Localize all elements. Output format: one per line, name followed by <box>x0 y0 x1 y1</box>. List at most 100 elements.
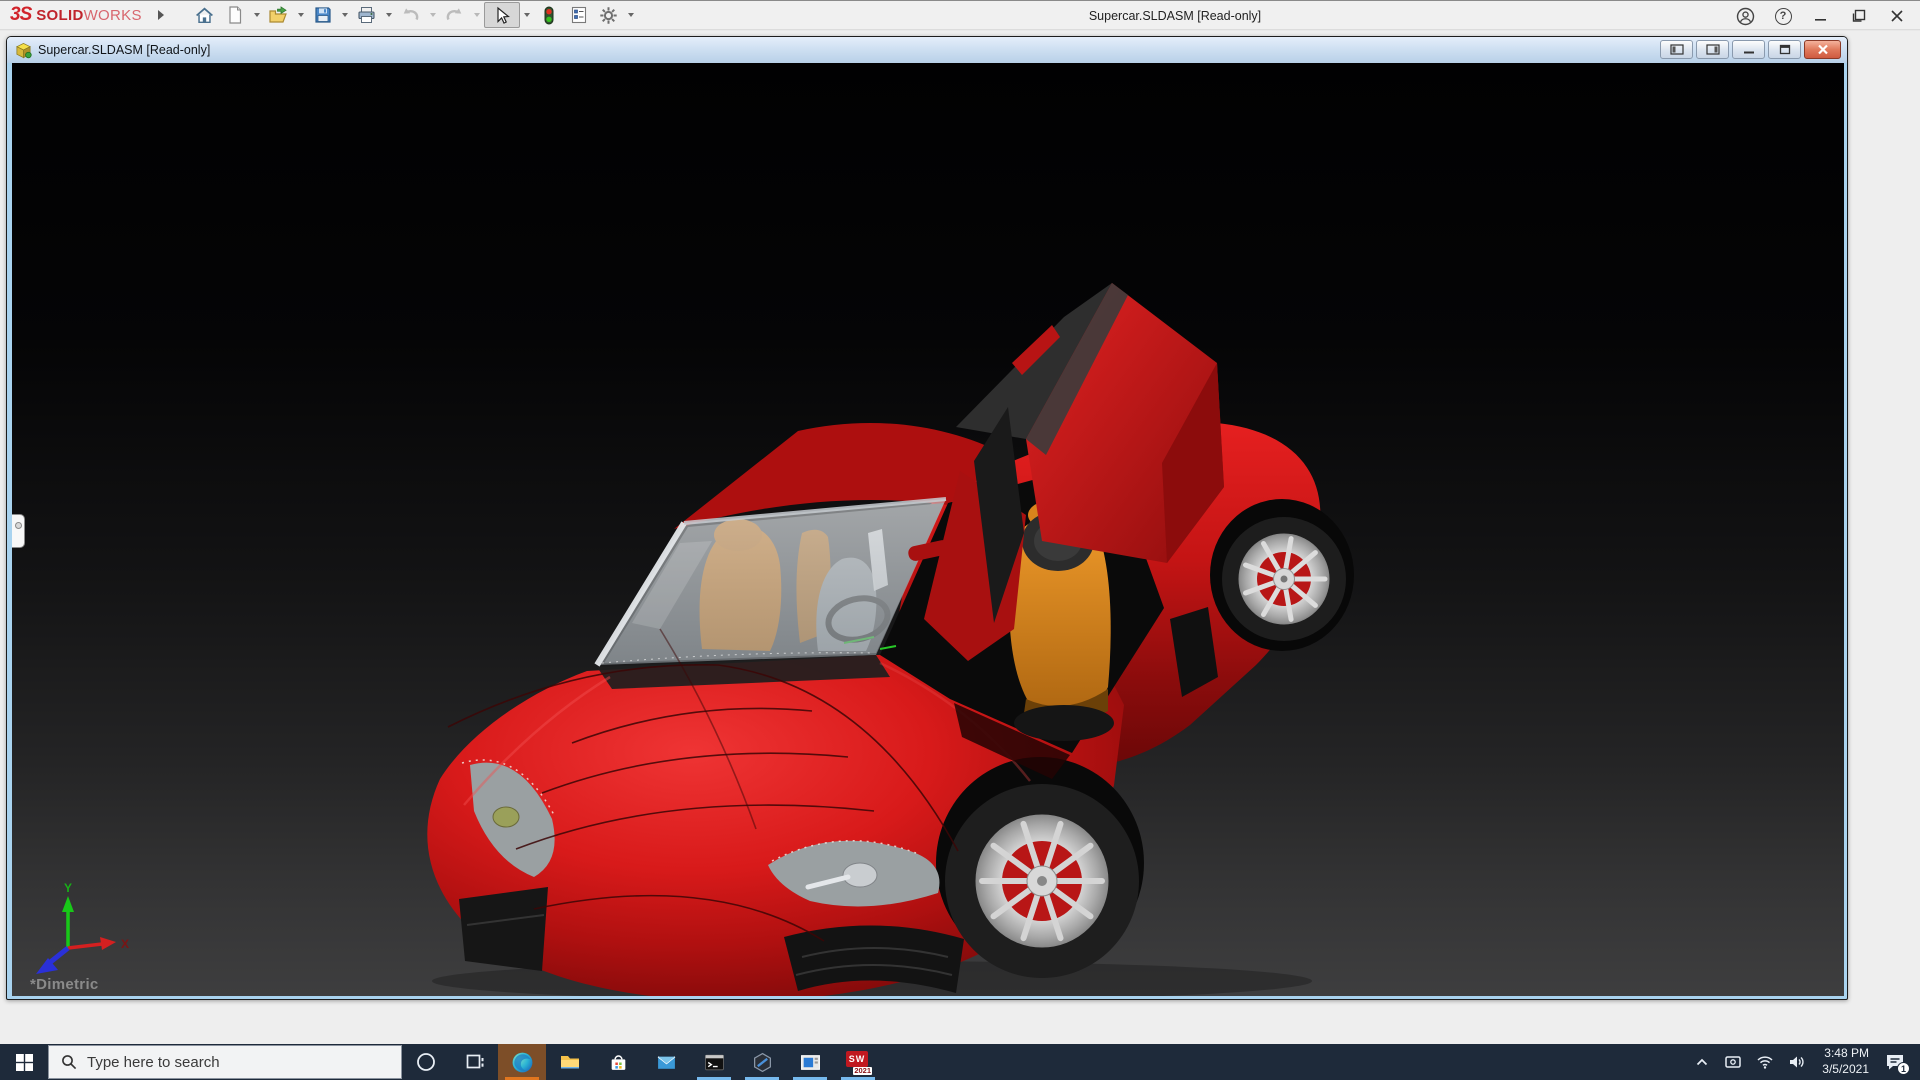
solidworks-app-icon: SW 2021 <box>846 1051 872 1075</box>
print-button[interactable] <box>352 2 382 28</box>
new-document-dropdown[interactable] <box>250 2 264 28</box>
taskbar-app-file-explorer[interactable] <box>546 1044 594 1080</box>
options-dropdown[interactable] <box>624 2 638 28</box>
taskbar-app-remote-window[interactable] <box>786 1044 834 1080</box>
taskbar-app-mail[interactable] <box>642 1044 690 1080</box>
app-titlebar: 3S SOLID WORKS Supercar.SLDASM [Read-onl… <box>0 0 1920 30</box>
caret-right-icon <box>157 10 164 20</box>
search-input[interactable] <box>87 1053 367 1071</box>
display-icon <box>1725 1056 1742 1068</box>
traffic-light-icon <box>544 6 554 24</box>
titlebar-right-controls: ? <box>1734 1 1908 31</box>
taskbar-search[interactable] <box>48 1045 402 1079</box>
taskbar-app-solidworks[interactable]: SW 2021 <box>834 1044 882 1080</box>
pane-left-icon <box>1669 44 1684 55</box>
taskbar-app-terminal[interactable] <box>690 1044 738 1080</box>
notification-center-button[interactable]: 1 <box>1878 1044 1916 1080</box>
undo-button[interactable] <box>396 2 426 28</box>
close-icon <box>1817 44 1828 55</box>
windows-logo-icon <box>15 1053 33 1071</box>
y-axis-arrow <box>62 896 74 912</box>
undo-dropdown[interactable] <box>426 2 440 28</box>
doc-close-button[interactable] <box>1804 40 1841 59</box>
file-explorer-icon <box>561 1056 579 1069</box>
doc-minimize-button[interactable] <box>1732 40 1765 59</box>
task-view-icon <box>466 1054 483 1068</box>
chevron-down-icon <box>253 13 260 17</box>
account-button[interactable] <box>1734 5 1756 27</box>
search-icon <box>62 1055 77 1070</box>
app-title: Supercar.SLDASM [Read-only] <box>1088 9 1262 23</box>
menu-expand-arrow[interactable] <box>152 2 170 28</box>
tray-volume-button[interactable] <box>1781 1044 1813 1080</box>
file-properties-button[interactable] <box>564 2 594 28</box>
brand-mark: 3S <box>10 4 32 25</box>
rebuild-button[interactable] <box>534 2 564 28</box>
home-icon <box>196 6 214 23</box>
tray-expand-button[interactable] <box>1687 1044 1717 1080</box>
redo-dropdown[interactable] <box>470 2 484 28</box>
document-window: Supercar.SLDASM [Read-only] Y X *Dimetri… <box>6 36 1848 1000</box>
workspace: Supercar.SLDASM [Read-only] Y X *Dimetri… <box>0 31 1920 1044</box>
brand-solid: SOLID <box>36 7 84 24</box>
help-icon: ? <box>1774 7 1792 25</box>
clock-time: 3:48 PM <box>1824 1046 1869 1061</box>
minimize-icon <box>1815 19 1826 21</box>
taskbar-app-store[interactable] <box>594 1044 642 1080</box>
notification-count-badge: 1 <box>1897 1062 1910 1075</box>
orientation-triad[interactable]: Y X <box>26 882 136 974</box>
document-titlebar[interactable]: Supercar.SLDASM [Read-only] <box>7 37 1847 63</box>
file-properties-icon <box>571 6 586 24</box>
pane-right-icon <box>1705 44 1720 55</box>
select-button[interactable] <box>483 2 520 28</box>
restore-button[interactable] <box>1848 5 1870 27</box>
save-icon <box>315 7 331 23</box>
close-icon <box>1891 10 1903 22</box>
start-button[interactable] <box>0 1044 48 1080</box>
open-dropdown[interactable] <box>294 2 308 28</box>
minimize-button[interactable] <box>1810 5 1832 27</box>
x-axis-arrow <box>100 937 116 950</box>
taskbar-app-edge[interactable] <box>498 1044 546 1080</box>
redo-icon <box>446 8 462 21</box>
save-dropdown[interactable] <box>338 2 352 28</box>
doc-restore-button[interactable] <box>1768 40 1801 59</box>
chevron-down-icon <box>341 13 348 17</box>
feature-tree-splitter-handle[interactable] <box>12 514 25 548</box>
restore-icon <box>1779 44 1790 55</box>
wifi-icon <box>1757 1056 1773 1069</box>
taskbar-clock[interactable]: 3:48 PM 3/5/2021 <box>1813 1046 1878 1077</box>
pane-left-button[interactable] <box>1660 40 1693 59</box>
close-button[interactable] <box>1886 5 1908 27</box>
new-document-button[interactable] <box>220 2 250 28</box>
restore-icon <box>1852 9 1866 22</box>
hexagon-app-icon <box>753 1052 771 1072</box>
quick-access-toolbar <box>190 0 638 30</box>
car-model[interactable] <box>12 63 1844 996</box>
help-button[interactable]: ? <box>1772 5 1794 27</box>
home-button[interactable] <box>190 2 220 28</box>
chevron-down-icon <box>523 13 530 17</box>
store-icon <box>611 1054 625 1070</box>
redo-button[interactable] <box>440 2 470 28</box>
taskbar-app-task-view[interactable] <box>450 1044 498 1080</box>
minimize-icon <box>1743 51 1754 53</box>
save-button[interactable] <box>308 2 338 28</box>
cortana-icon <box>417 1053 435 1071</box>
tray-network-button[interactable] <box>1749 1044 1781 1080</box>
options-button[interactable] <box>594 2 624 28</box>
select-dropdown[interactable] <box>520 2 534 28</box>
taskbar-app-3dexperience[interactable] <box>738 1044 786 1080</box>
chevron-down-icon <box>473 13 480 17</box>
taskbar-app-cortana[interactable] <box>402 1044 450 1080</box>
mail-icon <box>657 1055 675 1069</box>
pane-right-button[interactable] <box>1696 40 1729 59</box>
solidworks-logo: 3S SOLID WORKS <box>10 4 142 26</box>
document-title: Supercar.SLDASM [Read-only] <box>38 43 211 57</box>
select-cursor-icon <box>497 6 510 24</box>
open-button[interactable] <box>264 2 294 28</box>
print-dropdown[interactable] <box>382 2 396 28</box>
solidworks-year-badge: 2021 <box>853 1065 872 1075</box>
viewport-3d[interactable]: Y X *Dimetric <box>12 63 1844 996</box>
tray-display-button[interactable] <box>1717 1044 1749 1080</box>
